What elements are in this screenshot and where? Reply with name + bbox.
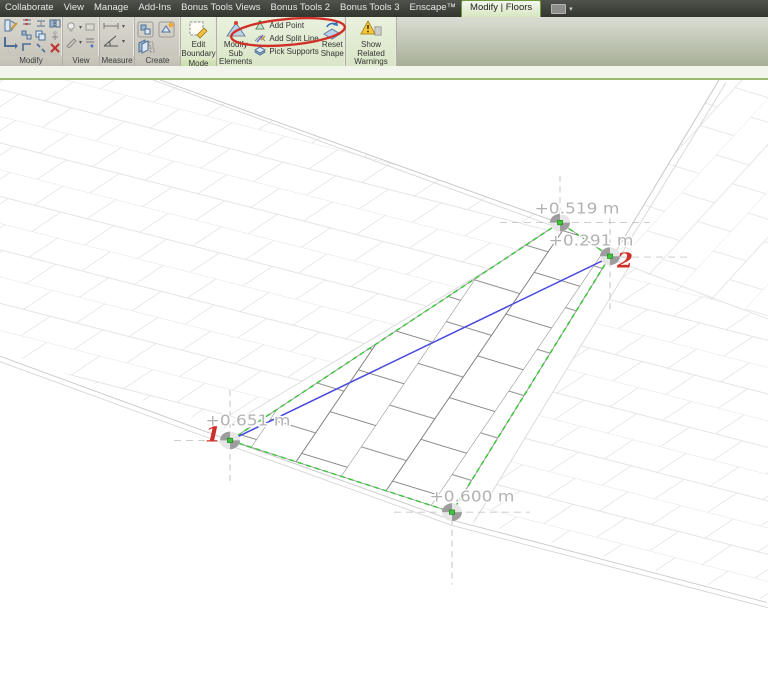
annotation-number-1: 1: [205, 423, 221, 446]
protractor-icon[interactable]: [102, 35, 120, 48]
pick-supports-label: Pick Supports: [269, 47, 319, 56]
viewport-container: +0.519 m +0.291 m +0.651 m +0.600 m 1 2: [0, 80, 768, 699]
show-related-warnings-label: Show Related Warnings: [354, 40, 388, 67]
pick-supports-icon: [254, 46, 267, 56]
trim-icon[interactable]: [21, 42, 33, 53]
tab-view[interactable]: View: [59, 0, 89, 17]
pencil-icon[interactable]: [65, 36, 77, 48]
warning-triangle-icon: [360, 19, 382, 36]
tab-bonus-tools-3[interactable]: Bonus Tools 3: [335, 0, 405, 17]
ribbon-tab-bar: Collaborate View Manage Add-Ins Bonus To…: [0, 0, 768, 17]
chevron-down-icon: ▾: [122, 24, 126, 30]
tab-add-ins[interactable]: Add-Ins: [133, 0, 176, 17]
panel-label-measure: Measure: [100, 56, 134, 66]
lightbulb-icon[interactable]: [65, 21, 77, 33]
panel-measure: ▾ ▾ Measure: [100, 17, 135, 66]
chevron-down-icon: ▾: [79, 39, 83, 46]
view-box-icon[interactable]: [84, 21, 96, 33]
modify-sub-elements-icon: [225, 21, 246, 37]
panel-view: ▾ ▾ View: [63, 17, 100, 66]
shape-point-left[interactable]: [220, 431, 240, 450]
align-icon[interactable]: [21, 18, 33, 29]
panel-shape-editing: Modify Sub Elements Add Point Add Split …: [217, 17, 346, 66]
revit-window: Collaborate View Manage Add-Ins Bonus To…: [0, 0, 768, 699]
ribbon-empty-area: [397, 17, 768, 66]
panel-label-view: View: [63, 56, 99, 66]
tab-modify-floors[interactable]: Modify | Floors: [461, 0, 542, 17]
panel-modify: Modify: [0, 17, 63, 66]
ribbon-display-toggle[interactable]: ▾: [551, 0, 573, 17]
delete-icon[interactable]: [49, 42, 61, 53]
elevation-label-top: +0.519 m: [535, 200, 620, 218]
reset-shape-label: Reset Shape: [320, 40, 344, 58]
split-icon[interactable]: [35, 42, 47, 53]
annotation-number-2: 2: [616, 250, 633, 273]
panel-mode: Edit Boundary Mode: [181, 17, 217, 66]
add-split-line-icon: [254, 34, 266, 43]
move-icon[interactable]: [21, 30, 33, 41]
offset-icon[interactable]: [35, 18, 47, 29]
create-similar-icon[interactable]: [158, 21, 175, 38]
create-assembly-icon[interactable]: [137, 39, 155, 54]
create-group-icon[interactable]: [137, 21, 154, 38]
copy-icon[interactable]: [35, 30, 47, 41]
shape-point-bottom[interactable]: [442, 503, 462, 522]
show-related-warnings-button[interactable]: Show Related Warnings: [348, 18, 394, 67]
tab-bonus-tools-views[interactable]: Bonus Tools Views: [176, 0, 265, 17]
modify-sub-elements-button[interactable]: Modify Sub Elements: [219, 18, 252, 67]
add-point-label: Add Point: [269, 21, 305, 30]
measure-ruler-icon[interactable]: [102, 21, 120, 32]
panel-warning: Show Related Warnings Warning: [346, 17, 397, 66]
add-split-line-label: Add Split Line: [269, 34, 319, 43]
tab-manage[interactable]: Manage: [89, 0, 133, 17]
modify-geometry-icon[interactable]: [2, 18, 19, 35]
tab-bonus-tools-2[interactable]: Bonus Tools 2: [266, 0, 336, 17]
edit-boundary-icon: [189, 21, 208, 39]
thin-lines-icon[interactable]: [84, 36, 96, 48]
mirror-icon[interactable]: [49, 18, 61, 29]
ribbon: Modify ▾ ▾ View ▾ ▾ Measure Create Edit …: [0, 17, 768, 66]
chevron-down-icon: ▾: [569, 5, 573, 13]
edit-boundary-button[interactable]: Edit Boundary: [181, 18, 216, 58]
reset-shape-icon: [323, 21, 342, 40]
pin-icon[interactable]: [49, 30, 61, 41]
add-point-icon: [255, 20, 266, 30]
panel-create: Create: [135, 17, 181, 66]
add-split-line-button[interactable]: Add Split Line: [252, 32, 320, 45]
add-point-button[interactable]: Add Point: [252, 19, 320, 32]
tab-collaborate[interactable]: Collaborate: [0, 0, 59, 17]
drawing-canvas[interactable]: +0.519 m +0.291 m +0.651 m +0.600 m 1 2: [0, 80, 768, 699]
pick-supports-button[interactable]: Pick Supports: [252, 45, 320, 58]
panel-label-modify: Modify: [0, 56, 62, 66]
panel-label-create: Create: [135, 56, 180, 66]
edit-boundary-label: Edit Boundary: [181, 40, 216, 58]
elevation-label-bottom: +0.600 m: [430, 487, 515, 505]
panel-image-icon: [551, 3, 567, 14]
elevation-label-right: +0.291 m: [549, 232, 634, 250]
modify-sub-elements-label: Modify Sub Elements: [219, 40, 253, 67]
corner-join-icon[interactable]: [2, 36, 19, 50]
panel-label-mode: Mode: [181, 59, 216, 66]
chevron-down-icon: ▾: [79, 24, 83, 31]
options-bar: [0, 66, 768, 80]
chevron-down-icon: ▾: [122, 39, 126, 45]
reset-shape-button[interactable]: Reset Shape: [321, 18, 344, 58]
tab-enscape[interactable]: Enscape™: [405, 0, 461, 17]
